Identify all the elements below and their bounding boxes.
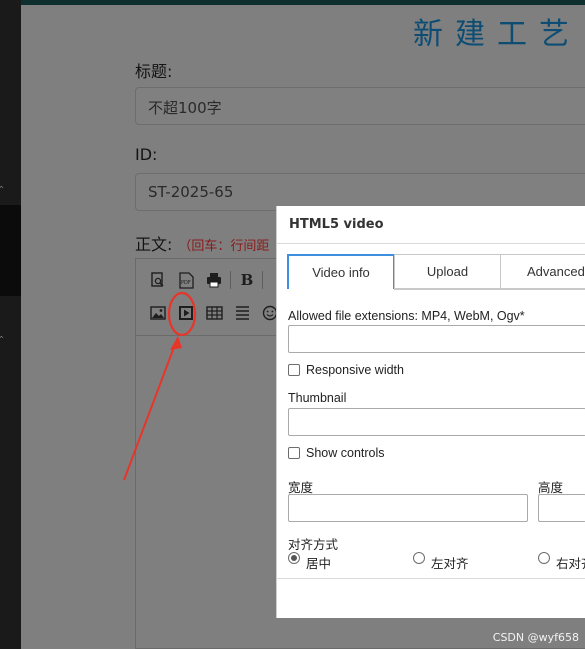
align-right-radio[interactable] (538, 552, 550, 564)
align-right-label: 右对齐 (556, 557, 585, 571)
responsive-checkbox[interactable] (288, 364, 300, 376)
annotation-arrow-line (123, 341, 177, 481)
dialog-footer-divider (277, 578, 585, 579)
tab-advanced[interactable]: Advanced (500, 254, 585, 289)
height-input[interactable] (538, 494, 585, 522)
tab-upload[interactable]: Upload (394, 254, 501, 289)
thumbnail-label: Thumbnail (288, 391, 347, 405)
responsive-label: Responsive width (306, 363, 404, 377)
watermark: CSDN @wyf658 (492, 631, 579, 644)
align-label: 对齐方式 (288, 538, 339, 552)
tabs-baseline (394, 289, 585, 290)
dialog-header: HTML5 video (277, 206, 585, 244)
url-label: Allowed file extensions: MP4, WebM, Ogv* (288, 309, 525, 323)
align-center-radio[interactable] (288, 552, 300, 564)
align-left-radio[interactable] (413, 552, 425, 564)
controls-label: Show controls (306, 446, 385, 460)
controls-checkbox[interactable] (288, 447, 300, 459)
align-left-label: 左对齐 (431, 557, 469, 571)
thumbnail-input[interactable] (288, 408, 585, 436)
url-input[interactable] (288, 325, 585, 353)
width-input[interactable] (288, 494, 528, 522)
annotation-arrow-head (170, 336, 182, 350)
dialog-title: HTML5 video (289, 217, 384, 232)
html5-video-dialog: HTML5 video Video info Upload Advanced A… (276, 206, 585, 618)
annotation-circle (167, 291, 197, 337)
tab-video-info[interactable]: Video info (287, 254, 395, 289)
align-center-label: 居中 (306, 557, 332, 571)
